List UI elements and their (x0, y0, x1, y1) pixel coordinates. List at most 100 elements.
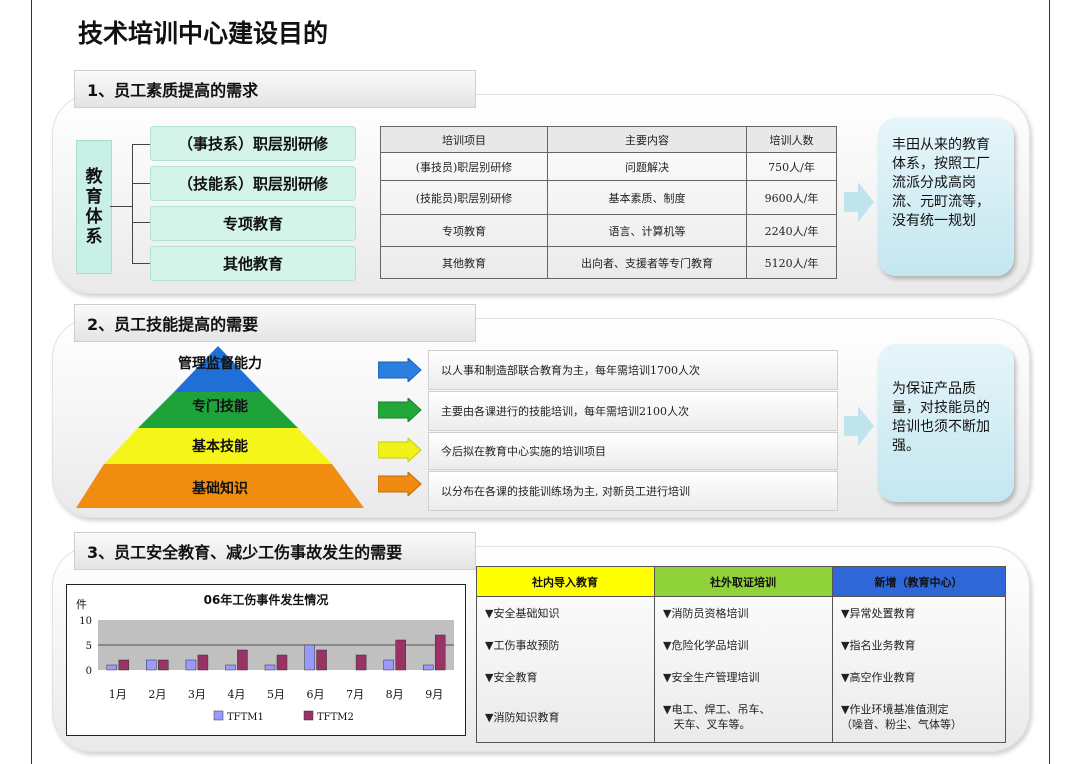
chart-x-tick-label: 5月 (267, 688, 285, 701)
chart-bar (197, 654, 209, 671)
chart-title: 06年工伤事件发生情况 (204, 592, 329, 607)
table-header: 培训项目 (380, 126, 548, 153)
list-item: ▼电工、焊工、吊车、 天车、叉车等。 (654, 692, 833, 743)
tree-trunk (132, 144, 133, 264)
section1-heading: 1、员工素质提高的需求 (74, 70, 476, 108)
chart-bar (264, 664, 276, 671)
chart-bar (158, 659, 169, 671)
yellow-arrow-icon (378, 438, 422, 462)
chart-legend-swatch (303, 710, 314, 721)
table-cell: 专项教育 (380, 214, 548, 247)
chart-legend-swatch (213, 710, 224, 721)
chart-legend-label: TFTM1 (227, 712, 264, 723)
chart-x-tick-label: 3月 (188, 688, 206, 701)
chart-bar (225, 664, 236, 671)
branch-box: 其他教育 (150, 246, 356, 281)
table-cell: 语言、计算机等 (547, 214, 747, 247)
chart-bar (395, 639, 406, 671)
table-cell: 问题解决 (547, 152, 747, 181)
vertical-char: 系 (85, 227, 103, 247)
chart-x-tick-label: 8月 (386, 688, 404, 701)
list-item: ▼异常处置教育 (832, 596, 1006, 629)
branch-box: （技能系）职层别研修 (150, 166, 356, 201)
chart-ylabel: 件 (76, 598, 87, 611)
tree-connector (110, 206, 132, 207)
chart-bar (316, 649, 327, 671)
section1-note: 丰田从来的教育体系，按照工厂流派分成高岗流、元町流等，没有统一规划 (878, 118, 1014, 276)
chart-bar (276, 654, 288, 671)
skill-row: 今后拟在教育中心实施的培训项目 (428, 432, 838, 470)
skill-row: 以人事和制造部联合教育为主，每年需培训1700人次 (428, 350, 838, 390)
chart-x-tick-label: 4月 (227, 688, 245, 701)
chart-bar (146, 659, 157, 671)
pyramid-label: 管理监督能力 (178, 356, 262, 372)
section2-heading: 2、员工技能提高的需要 (74, 304, 476, 342)
tree-branch (132, 183, 150, 184)
chart-x-tick-label: 9月 (425, 688, 443, 701)
frame-left-border (31, 0, 32, 764)
chart-x-tick-label: 6月 (307, 688, 325, 701)
chart-y-tick-label: 10 (79, 616, 92, 627)
table-cell: 2240人/年 (746, 214, 837, 247)
skill-row: 主要由各课进行的技能培训，每年需培训2100人次 (428, 391, 838, 431)
list-item: ▼安全教育 (476, 660, 655, 693)
table-cell: 其他教育 (380, 246, 548, 279)
chart-bar (106, 664, 118, 671)
chart-x-tick-label: 1月 (109, 688, 127, 701)
table-cell: 9600人/年 (746, 180, 837, 215)
table-cell: 出向者、支援者等专门教育 (547, 246, 747, 279)
list-item: ▼危险化学品培训 (654, 628, 833, 661)
chart-bar (185, 659, 197, 671)
table-cell: 基本素质、制度 (547, 180, 747, 215)
chart-bar (383, 659, 394, 671)
section3-heading: 3、员工安全教育、减少工伤事故发生的需要 (74, 532, 476, 570)
vertical-char: 育 (85, 187, 103, 207)
blue-arrow-icon (378, 358, 422, 382)
chart-bar (434, 634, 446, 671)
table-header: 主要内容 (547, 126, 747, 153)
vertical-char: 体 (85, 207, 103, 227)
list-item: ▼安全基础知识 (476, 596, 655, 629)
tree-branch (132, 144, 150, 145)
column-header: 社内导入教育 (476, 566, 655, 597)
section2-note: 为保证产品质量，对技能员的培训也须不断加强。 (878, 344, 1014, 502)
training-table: 培训项目 主要内容 培训人数 (事技员)职层别研修 问题解决 750人/年 (技… (380, 126, 837, 279)
table-cell: (事技员)职层别研修 (380, 152, 548, 181)
safety-education-table: 社内导入教育 社外取证培训 新增（教育中心） ▼安全基础知识 ▼消防员资格培训 … (476, 566, 1006, 743)
chart-x-tick-label: 7月 (346, 688, 364, 701)
chart-y-tick-label: 0 (86, 666, 92, 677)
chart-bar (422, 664, 434, 671)
chart-bar (304, 644, 315, 671)
orange-arrow-icon (378, 472, 422, 496)
vertical-char: 教 (85, 167, 103, 187)
right-arrow-icon (844, 406, 874, 446)
table-header: 培训人数 (746, 126, 837, 153)
skill-row: 以分布在各课的技能训练场为主, 对新员工进行培训 (428, 471, 838, 511)
list-item: ▼安全生产管理培训 (654, 660, 833, 693)
list-item: ▼消防知识教育 (476, 692, 655, 743)
column-header: 社外取证培训 (654, 566, 833, 597)
pyramid-label: 专门技能 (192, 399, 248, 415)
chart-y-tick-label: 5 (86, 641, 92, 652)
right-arrow-icon (844, 182, 874, 222)
tree-branch (132, 263, 150, 264)
table-cell: 750人/年 (746, 152, 837, 181)
pyramid-label: 基础知识 (192, 481, 248, 497)
table-cell: (技能员)职层别研修 (380, 180, 548, 215)
education-system-label: 教 育 体 系 (76, 140, 112, 274)
chart-bar (237, 649, 248, 671)
page-title: 技术培训中心建设目的 (78, 19, 329, 48)
chart-x-tick-label: 2月 (148, 688, 166, 701)
frame-right-border (1049, 0, 1050, 764)
green-arrow-icon (378, 398, 422, 422)
tree-branch (132, 222, 150, 223)
list-item: ▼作业环境基准值测定 （噪音、粉尘、气体等） (832, 692, 1006, 743)
branch-box: 专项教育 (150, 206, 356, 241)
pyramid-label: 基本技能 (192, 439, 248, 455)
list-item: ▼指名业务教育 (832, 628, 1006, 661)
list-item: ▼高空作业教育 (832, 660, 1006, 693)
injury-bar-chart: 06年工伤事件发生情况 件 0 5 10 1月 2月 3月 4月 5月 6月 7月 8月 9月 TFTM1 T… (76, 592, 454, 723)
chart-bar (355, 654, 367, 671)
table-cell: 5120人/年 (746, 246, 837, 279)
chart-bar (118, 659, 130, 671)
